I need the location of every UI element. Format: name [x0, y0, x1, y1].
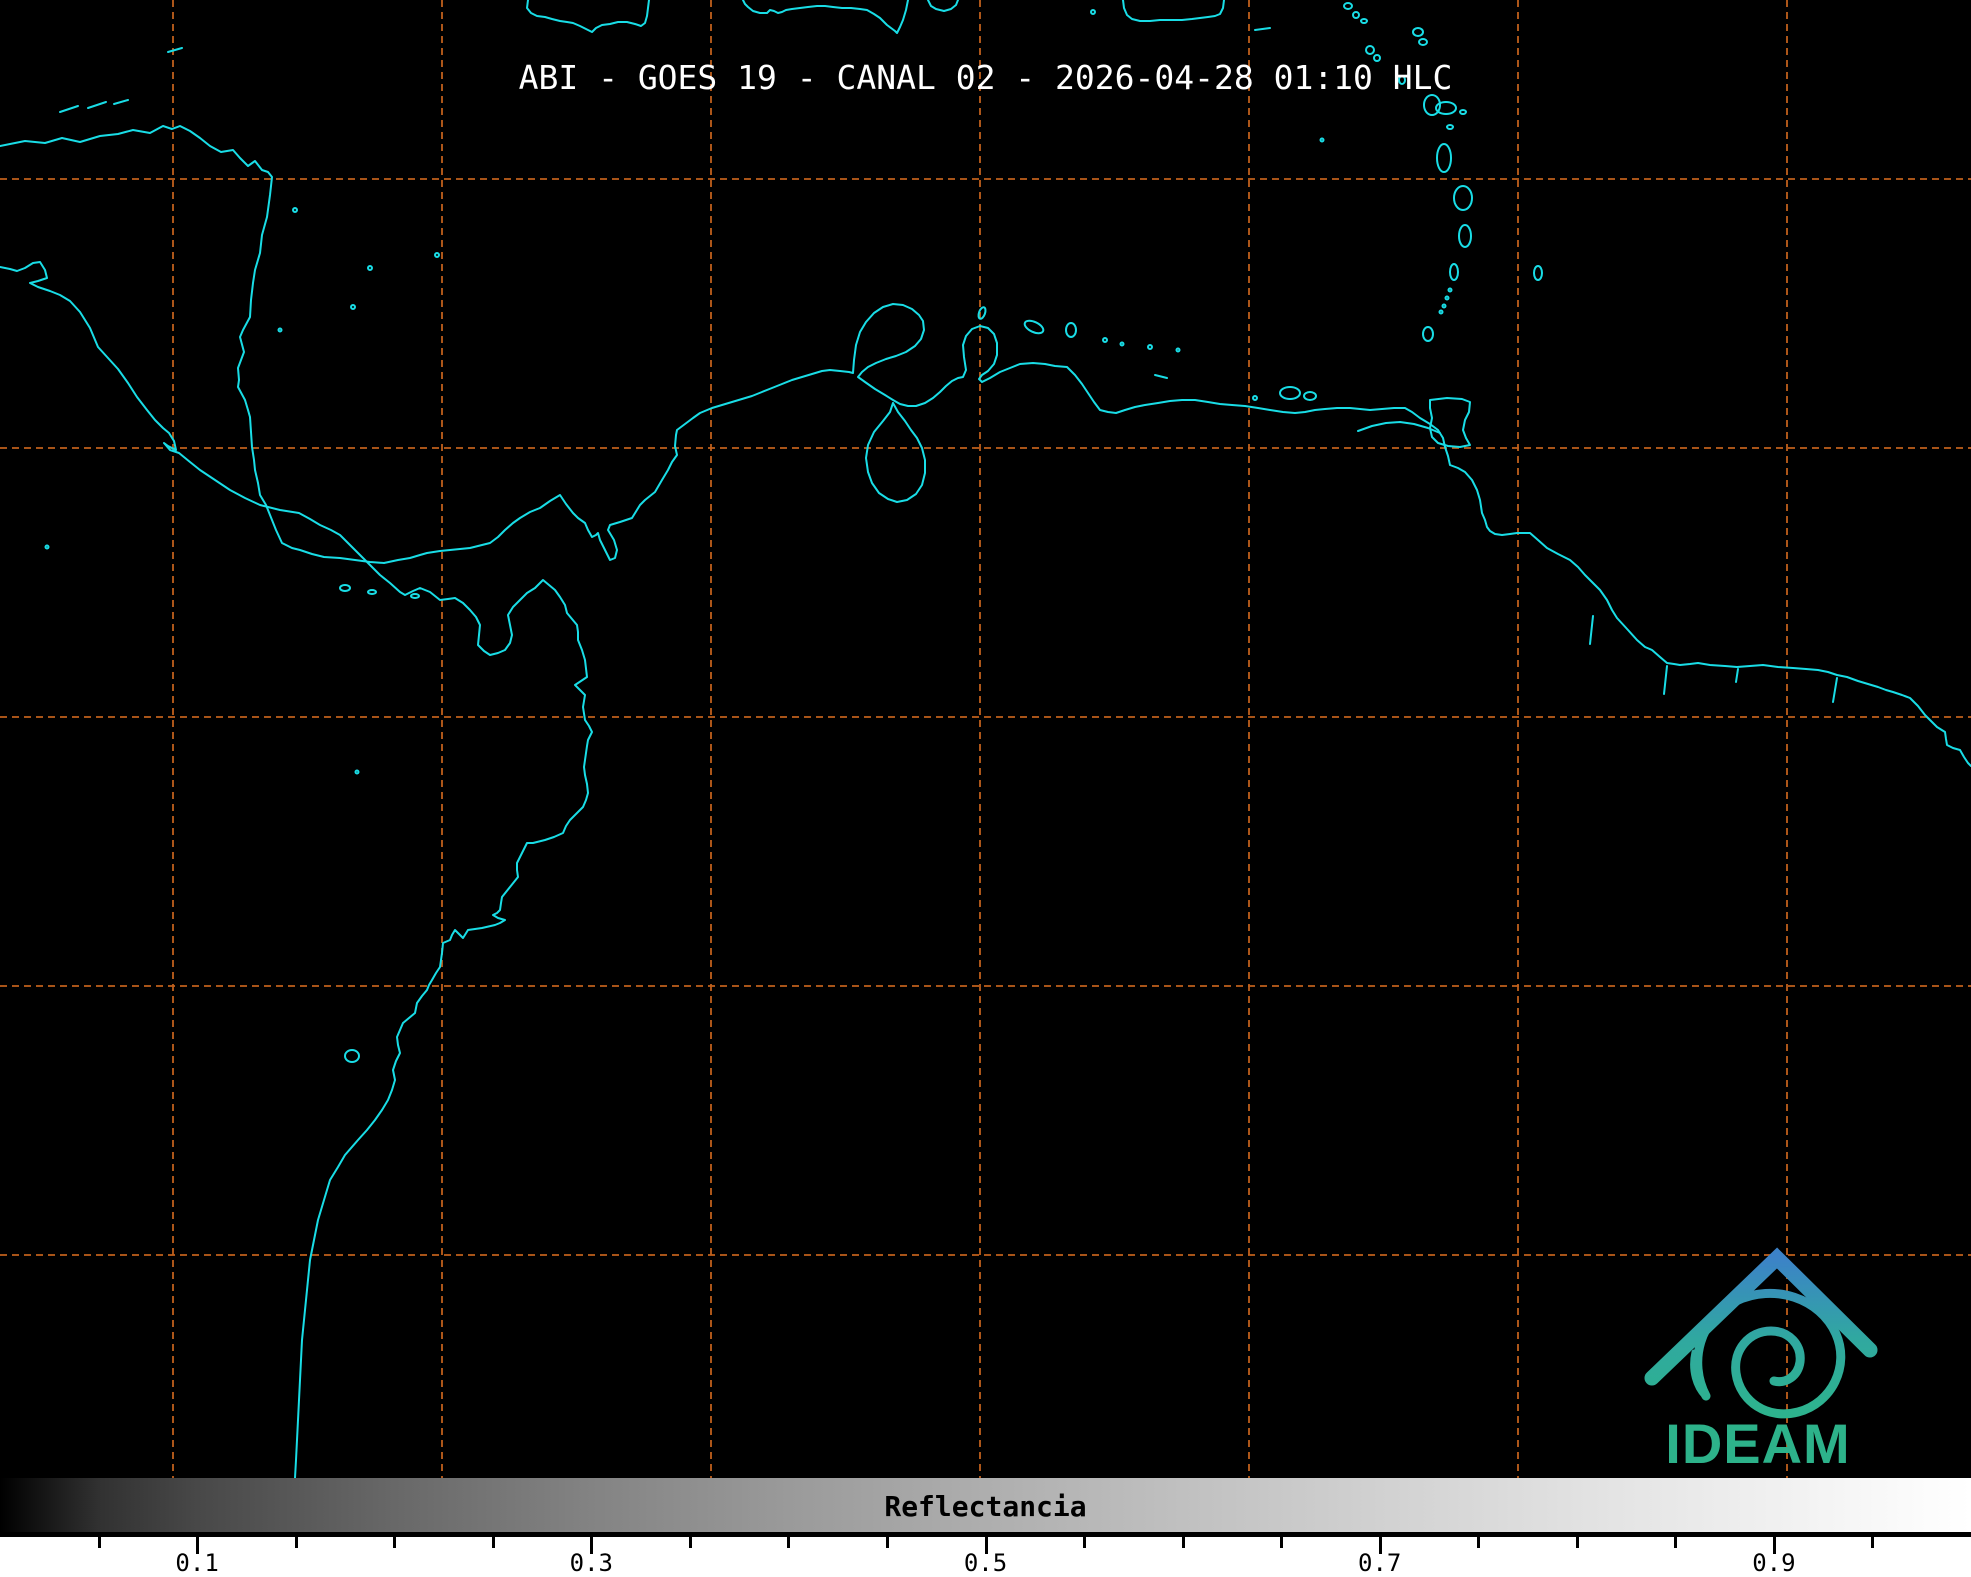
colorbar-tick-minor	[1871, 1537, 1874, 1548]
ideam-logo-text: IDEAM	[1665, 1412, 1850, 1475]
colorbar-tick-label: 0.5	[964, 1549, 1007, 1577]
reflectance-colorbar: Reflectancia	[0, 1478, 1971, 1537]
map-canvas: IDEAM	[0, 0, 1971, 1478]
colorbar-tick-minor	[98, 1537, 101, 1548]
colorbar-tick-minor	[787, 1537, 790, 1548]
ideam-logo: IDEAM	[1652, 1258, 1870, 1475]
colorbar-tick-minor	[393, 1537, 396, 1548]
colorbar-tick-label: 0.7	[1358, 1549, 1401, 1577]
coastline-trinidad	[1430, 398, 1470, 447]
coastline-jamaica	[527, 0, 649, 32]
colorbar-tick-minor	[1083, 1537, 1086, 1548]
ideam-logo-mark	[1652, 1258, 1870, 1414]
colorbar-label: Reflectancia	[0, 1490, 1971, 1523]
coastline-hispaniola	[743, 0, 908, 33]
coastline-pacific	[0, 262, 592, 1478]
colorbar-tick-minor	[886, 1537, 889, 1548]
coastline-layer	[0, 0, 1971, 1478]
colorbar-tick-minor	[1576, 1537, 1579, 1548]
coastline-small-islands	[46, 208, 440, 1062]
colorbar-axis: 0.1 0.3 0.5 0.7 0.9	[0, 1537, 1971, 1577]
colorbar-tick-minor	[492, 1537, 495, 1548]
coastline-lesser-antilles	[1091, 3, 1542, 341]
coastline-saona	[928, 0, 958, 11]
colorbar-tick-minor	[295, 1537, 298, 1548]
colorbar-tick-label: 0.3	[570, 1549, 613, 1577]
colorbar-tick-minor	[1182, 1537, 1185, 1548]
image-title: ABI - GOES 19 - CANAL 02 - 2026-04-28 01…	[0, 58, 1971, 97]
colorbar-tick-minor	[1477, 1537, 1480, 1548]
coastline-lake-maracaibo	[866, 403, 925, 502]
colorbar-tick-minor	[1280, 1537, 1283, 1548]
latlon-grid	[0, 0, 1971, 1478]
colorbar-tick-minor	[689, 1537, 692, 1548]
coastline-caribbean-mainland	[0, 126, 1971, 766]
coastline-puerto-rico	[1123, 0, 1224, 21]
colorbar-tick-label: 0.9	[1752, 1549, 1795, 1577]
satellite-image-viewport: IDEAM ABI - GOES 19 - CANAL 02 - 2026-04…	[0, 0, 1971, 1577]
colorbar-tick-minor	[1674, 1537, 1677, 1548]
colorbar-tick-label: 0.1	[175, 1549, 218, 1577]
coastline-venezuela-islands	[977, 306, 1316, 400]
